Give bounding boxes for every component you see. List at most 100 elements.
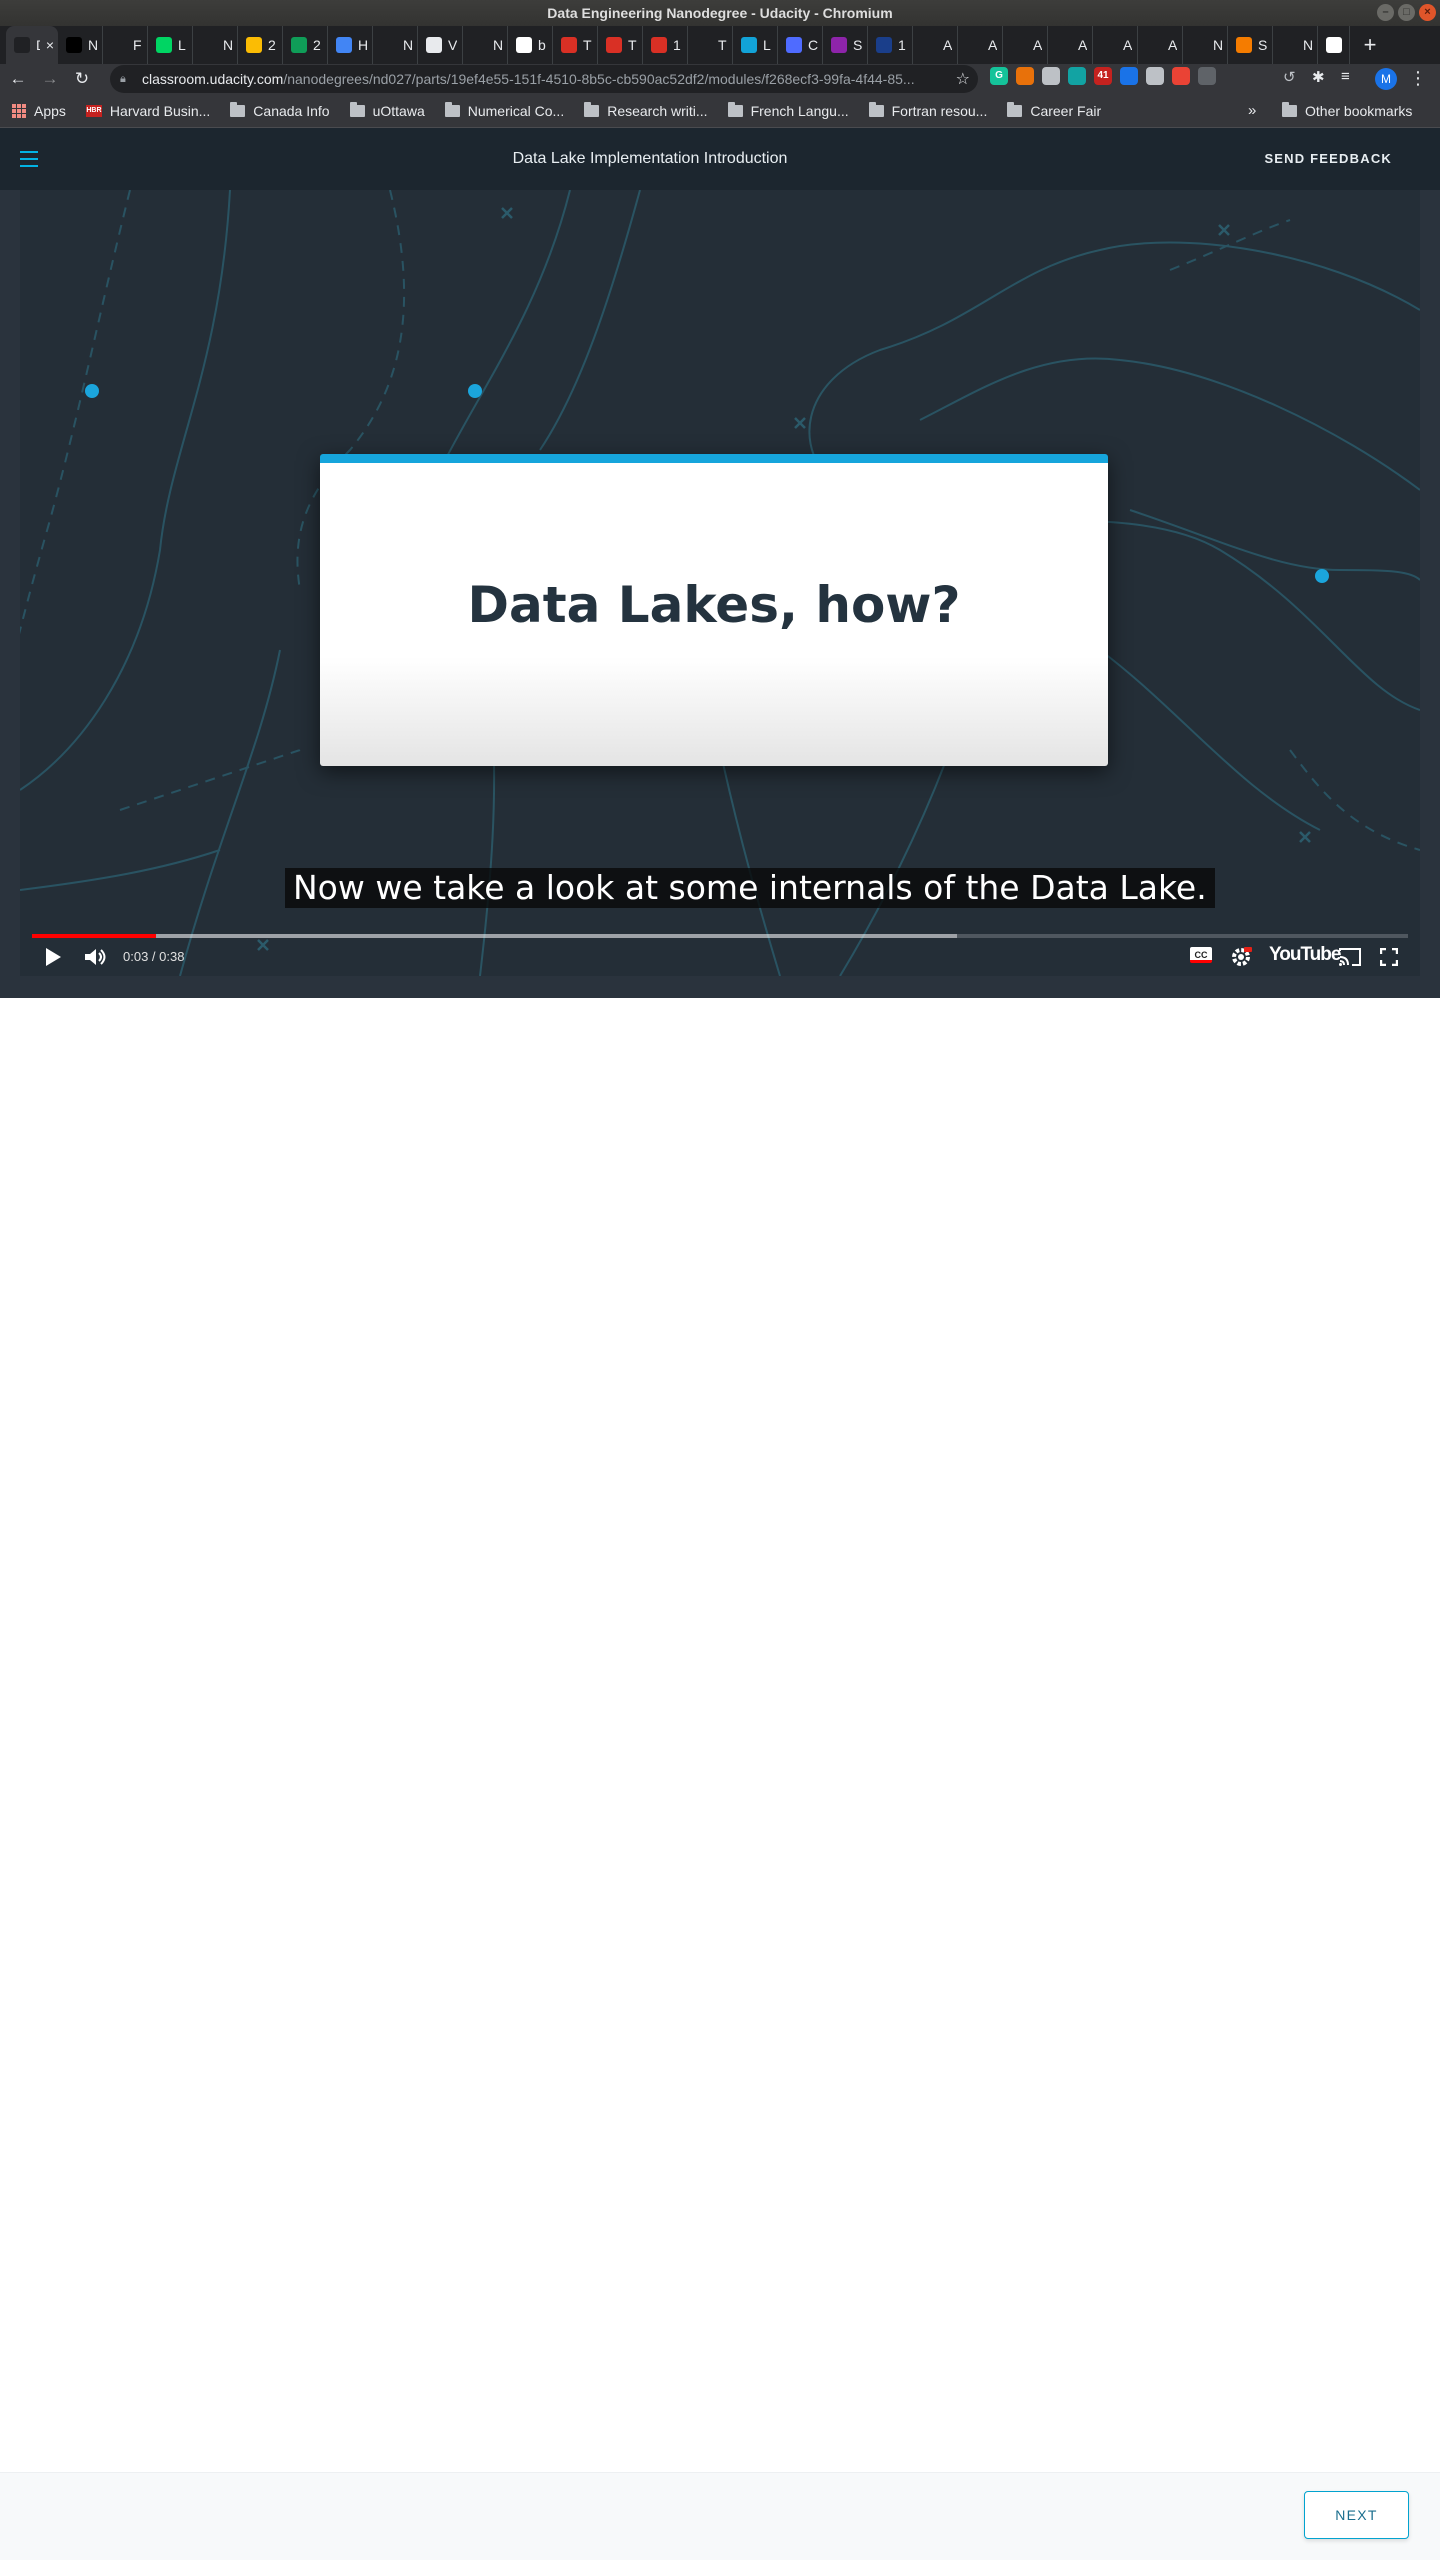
video-player[interactable]: Data Lakes, how? Now we take a look at s… — [20, 190, 1420, 976]
bookmarks-overflow-button[interactable]: » — [1248, 102, 1256, 119]
browser-tab[interactable]: 2 — [283, 26, 328, 64]
bookmark-item[interactable]: HBR Harvard Busin... — [85, 103, 210, 119]
browser-tab[interactable]: New — [193, 26, 238, 64]
browser-tab[interactable]: A — [1048, 26, 1093, 64]
maximize-button[interactable]: □ — [1398, 4, 1415, 21]
page-title: Data Lake Implementation Introduction — [512, 150, 788, 167]
grammarly-icon[interactable]: G — [990, 67, 1008, 85]
url-path: /nanodegrees/nd027/parts/19ef4e55-151f-4… — [283, 71, 915, 87]
bookmark-folder[interactable]: Research writi... — [584, 101, 708, 119]
tab-title: A — [1078, 37, 1088, 53]
volume-icon[interactable] — [84, 947, 108, 967]
browser-tab[interactable]: A — [1093, 26, 1138, 64]
tab-title: L — [763, 37, 771, 53]
puzzle-extensions-icon[interactable]: ✱ — [1312, 68, 1325, 86]
bookmark-folder[interactable]: Career Fair — [1007, 101, 1101, 119]
browser-tab[interactable]: New — [463, 26, 508, 64]
tab-title: A — [943, 37, 953, 53]
send-feedback-button[interactable]: SEND FEEDBACK — [1264, 128, 1392, 190]
history-icon[interactable]: ↺ — [1283, 68, 1296, 86]
tab-title: New — [223, 37, 233, 53]
browser-tab[interactable]: New — [373, 26, 418, 64]
settings-gear-icon[interactable] — [1230, 946, 1252, 968]
bookmark-star-icon[interactable]: ☆ — [956, 69, 970, 89]
extension-teal-icon[interactable] — [1068, 67, 1086, 85]
browser-tab[interactable]: T — [598, 26, 643, 64]
browser-tab[interactable]: New — [1183, 26, 1228, 64]
browser-tab[interactable]: V — [418, 26, 463, 64]
tab-close-icon[interactable]: × — [46, 37, 54, 53]
browser-tab[interactable]: H — [328, 26, 373, 64]
browser-tab[interactable]: S — [1228, 26, 1273, 64]
browser-menu-icon[interactable]: ⋮ — [1408, 68, 1428, 89]
browser-tab[interactable]: S — [823, 26, 868, 64]
browser-tab[interactable]: T — [553, 26, 598, 64]
extension-red-icon[interactable] — [1172, 67, 1190, 85]
browser-tab[interactable]: 1 — [643, 26, 688, 64]
bookmark-label: uOttawa — [372, 102, 425, 119]
browser-tab[interactable]: L — [148, 26, 193, 64]
play-icon[interactable] — [44, 947, 62, 967]
extension-blue-icon[interactable] — [1120, 67, 1138, 85]
new-tab-button[interactable]: + — [1350, 26, 1390, 64]
extension-badge-icon[interactable]: 41 — [1094, 67, 1112, 85]
tab-title: F — [133, 37, 142, 53]
cast-icon[interactable] — [1338, 947, 1362, 967]
forward-button[interactable]: → — [36, 65, 64, 93]
extension-orange-icon[interactable] — [1016, 67, 1034, 85]
tab-title: T — [718, 37, 727, 53]
bookmark-folder[interactable]: French Langu... — [727, 101, 849, 119]
browser-tab[interactable]: N — [58, 26, 103, 64]
browser-tab[interactable]: L — [733, 26, 778, 64]
tab-title: New — [1213, 37, 1223, 53]
extension-gray-icon[interactable] — [1198, 67, 1216, 85]
tab-favicon-icon — [921, 37, 937, 53]
browser-tab[interactable]: A — [913, 26, 958, 64]
profile-avatar[interactable]: M — [1375, 68, 1397, 90]
tab-favicon-icon — [786, 37, 802, 53]
browser-tab[interactable]: A — [1138, 26, 1183, 64]
video-section: Data Lakes, how? Now we take a look at s… — [0, 190, 1440, 998]
lesson-footer: NEXT — [0, 2472, 1440, 2560]
tab-favicon-icon — [1191, 37, 1207, 53]
url-host: classroom.udacity.com — [142, 71, 284, 87]
cloud-icon[interactable] — [1146, 67, 1164, 85]
hbr-logo-icon: HBR — [85, 104, 102, 117]
browser-tab[interactable]: New — [1273, 26, 1318, 64]
reload-button[interactable]: ↻ — [68, 65, 96, 93]
video-caption: Now we take a look at some internals of … — [285, 868, 1215, 908]
browser-tab[interactable]: A — [1003, 26, 1048, 64]
other-bookmarks-folder[interactable]: Other bookmarks — [1282, 94, 1412, 128]
address-bar[interactable]: 🔒︎ classroom.udacity.com/nanodegrees/nd0… — [110, 65, 978, 93]
window-controls: – □ × — [1377, 4, 1436, 21]
browser-tab[interactable]: F — [103, 26, 148, 64]
browser-tab[interactable]: T — [688, 26, 733, 64]
tab-favicon-icon — [201, 37, 217, 53]
bookmark-apps[interactable]: Apps — [12, 103, 66, 119]
apps-grid-icon — [12, 103, 26, 118]
bookmark-folder[interactable]: Numerical Co... — [444, 101, 564, 119]
bookmark-folder[interactable]: Canada Info — [230, 101, 330, 119]
next-button[interactable]: NEXT — [1304, 2491, 1409, 2539]
browser-tab[interactable]: 1 — [868, 26, 913, 64]
browser-tab[interactable]: c — [1318, 26, 1350, 64]
fullscreen-icon[interactable] — [1380, 948, 1398, 966]
closed-captions-button[interactable]: CC — [1190, 947, 1212, 963]
youtube-logo[interactable]: YouTube — [1269, 944, 1341, 966]
close-window-button[interactable]: × — [1419, 4, 1436, 21]
minimize-button[interactable]: – — [1377, 4, 1394, 21]
browser-tab[interactable]: C — [778, 26, 823, 64]
bookmark-folder[interactable]: Fortran resou... — [868, 101, 987, 119]
docs-icon[interactable] — [1042, 67, 1060, 85]
browser-tab[interactable]: D× — [6, 26, 58, 64]
tab-favicon-icon — [966, 37, 982, 53]
browser-toolbar: ← → ↻ 🔒︎ classroom.udacity.com/nanodegre… — [0, 64, 1440, 94]
browser-tab[interactable]: 2 — [238, 26, 283, 64]
bookmark-folder[interactable]: uOttawa — [349, 101, 425, 119]
media-queue-icon[interactable]: ≡ — [1341, 68, 1350, 85]
browser-tab[interactable]: b — [508, 26, 553, 64]
browser-tab[interactable]: A — [958, 26, 1003, 64]
tab-title: New — [403, 37, 413, 53]
back-button[interactable]: ← — [4, 65, 32, 93]
folder-icon — [230, 101, 246, 117]
